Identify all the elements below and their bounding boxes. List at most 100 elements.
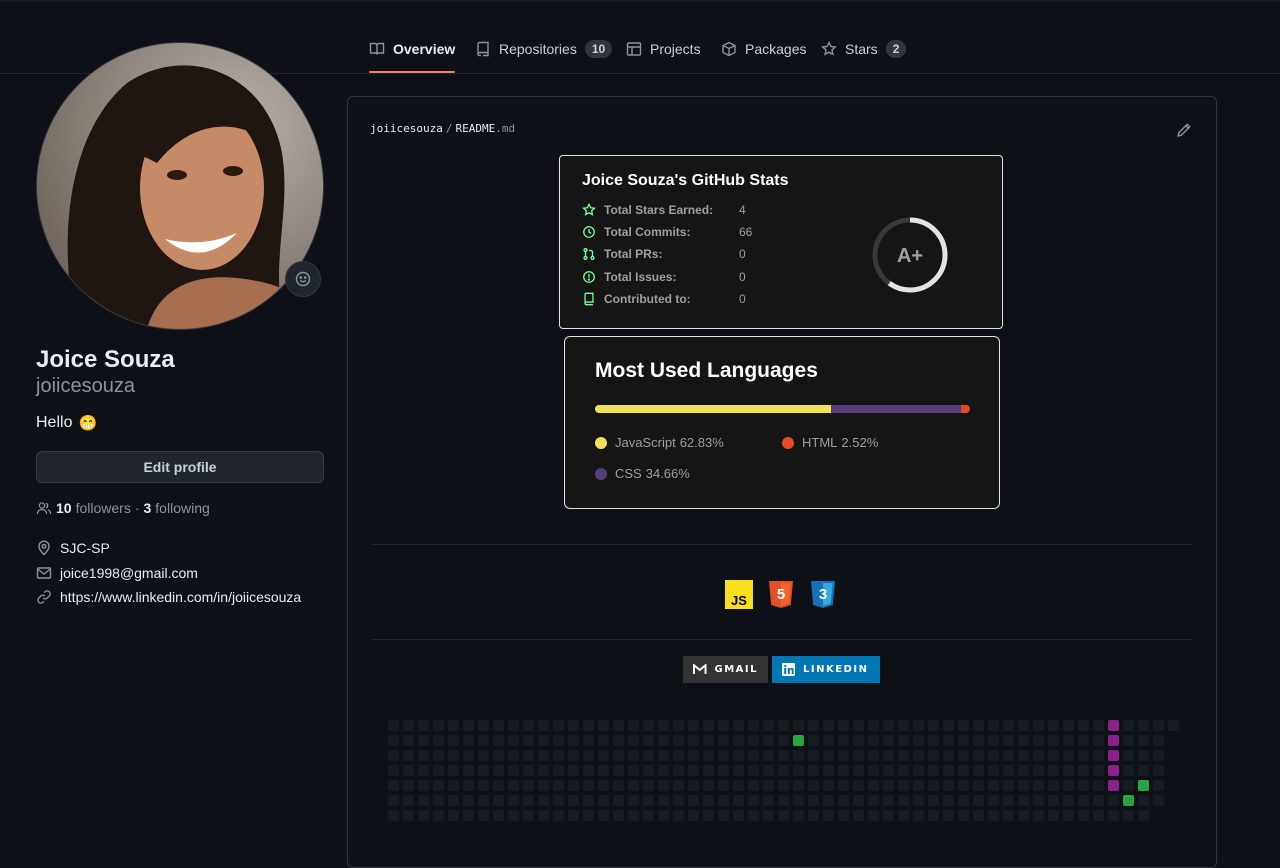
contribution-day[interactable] bbox=[1078, 750, 1089, 761]
contribution-day[interactable] bbox=[1048, 750, 1059, 761]
contribution-day[interactable] bbox=[418, 720, 429, 731]
contribution-day[interactable] bbox=[958, 810, 969, 821]
contribution-day[interactable] bbox=[1123, 795, 1134, 806]
contribution-day[interactable] bbox=[508, 750, 519, 761]
readme-owner-link[interactable]: joiicesouza bbox=[370, 122, 443, 135]
contribution-day[interactable] bbox=[1138, 795, 1149, 806]
contribution-day[interactable] bbox=[1153, 765, 1164, 776]
contribution-day[interactable] bbox=[523, 720, 534, 731]
contribution-day[interactable] bbox=[763, 735, 774, 746]
contribution-day[interactable] bbox=[508, 765, 519, 776]
contribution-day[interactable] bbox=[1093, 750, 1104, 761]
edit-profile-button[interactable]: Edit profile bbox=[36, 451, 324, 483]
contribution-day[interactable] bbox=[1153, 795, 1164, 806]
contribution-day[interactable] bbox=[1048, 810, 1059, 821]
contribution-day[interactable] bbox=[1033, 795, 1044, 806]
contribution-day[interactable] bbox=[1003, 795, 1014, 806]
contribution-day[interactable] bbox=[1048, 780, 1059, 791]
following-count[interactable]: 3 bbox=[144, 500, 152, 516]
contribution-day[interactable] bbox=[613, 765, 624, 776]
contribution-day[interactable] bbox=[508, 735, 519, 746]
contribution-day[interactable] bbox=[403, 720, 414, 731]
contribution-day[interactable] bbox=[463, 720, 474, 731]
contribution-day[interactable] bbox=[1093, 765, 1104, 776]
contribution-day[interactable] bbox=[973, 765, 984, 776]
contribution-day[interactable] bbox=[1033, 750, 1044, 761]
contribution-day[interactable] bbox=[1063, 780, 1074, 791]
contribution-day[interactable] bbox=[493, 750, 504, 761]
contribution-day[interactable] bbox=[388, 765, 399, 776]
contribution-day[interactable] bbox=[838, 720, 849, 731]
contribution-day[interactable] bbox=[1033, 735, 1044, 746]
contribution-day[interactable] bbox=[913, 735, 924, 746]
contribution-day[interactable] bbox=[418, 795, 429, 806]
contribution-day[interactable] bbox=[433, 765, 444, 776]
contribution-day[interactable] bbox=[928, 750, 939, 761]
contribution-day[interactable] bbox=[778, 810, 789, 821]
contribution-day[interactable] bbox=[1078, 795, 1089, 806]
contribution-day[interactable] bbox=[448, 765, 459, 776]
contribution-day[interactable] bbox=[718, 750, 729, 761]
contribution-day[interactable] bbox=[733, 750, 744, 761]
contribution-day[interactable] bbox=[973, 780, 984, 791]
tab-repositories[interactable]: Repositories 10 bbox=[475, 26, 613, 72]
contribution-day[interactable] bbox=[763, 780, 774, 791]
contribution-day[interactable] bbox=[613, 720, 624, 731]
contribution-day[interactable] bbox=[493, 780, 504, 791]
contribution-day[interactable] bbox=[838, 780, 849, 791]
contribution-day[interactable] bbox=[628, 750, 639, 761]
contribution-day[interactable] bbox=[388, 735, 399, 746]
contribution-day[interactable] bbox=[658, 750, 669, 761]
contribution-day[interactable] bbox=[868, 780, 879, 791]
contribution-day[interactable] bbox=[703, 735, 714, 746]
contribution-day[interactable] bbox=[1138, 765, 1149, 776]
contribution-day[interactable] bbox=[748, 765, 759, 776]
contribution-day[interactable] bbox=[1063, 765, 1074, 776]
contribution-day[interactable] bbox=[538, 750, 549, 761]
website-item[interactable]: https://www.linkedin.com/in/joiicesouza bbox=[36, 589, 301, 605]
edit-readme-button[interactable] bbox=[1176, 122, 1192, 143]
contribution-day[interactable] bbox=[643, 780, 654, 791]
contribution-day[interactable] bbox=[673, 810, 684, 821]
contribution-day[interactable] bbox=[1093, 735, 1104, 746]
contribution-day[interactable] bbox=[448, 780, 459, 791]
contribution-day[interactable] bbox=[493, 795, 504, 806]
contribution-day[interactable] bbox=[613, 795, 624, 806]
contribution-day[interactable] bbox=[1018, 735, 1029, 746]
contribution-day[interactable] bbox=[1123, 750, 1134, 761]
contribution-day[interactable] bbox=[463, 780, 474, 791]
contribution-day[interactable] bbox=[538, 720, 549, 731]
contribution-day[interactable] bbox=[463, 750, 474, 761]
contribution-day[interactable] bbox=[913, 810, 924, 821]
contribution-day[interactable] bbox=[823, 795, 834, 806]
contribution-day[interactable] bbox=[778, 765, 789, 776]
contribution-day[interactable] bbox=[538, 765, 549, 776]
contribution-day[interactable] bbox=[703, 750, 714, 761]
contribution-day[interactable] bbox=[718, 810, 729, 821]
followers-count[interactable]: 10 bbox=[56, 500, 72, 516]
contribution-day[interactable] bbox=[673, 735, 684, 746]
contribution-day[interactable] bbox=[598, 750, 609, 761]
following-link[interactable]: following bbox=[155, 500, 209, 516]
contribution-day[interactable] bbox=[1108, 780, 1119, 791]
contribution-day[interactable] bbox=[568, 735, 579, 746]
contribution-day[interactable] bbox=[853, 780, 864, 791]
contribution-day[interactable] bbox=[433, 750, 444, 761]
contribution-day[interactable] bbox=[988, 750, 999, 761]
contribution-day[interactable] bbox=[478, 735, 489, 746]
contribution-day[interactable] bbox=[688, 750, 699, 761]
contribution-day[interactable] bbox=[1138, 810, 1149, 821]
contribution-day[interactable] bbox=[778, 780, 789, 791]
contribution-day[interactable] bbox=[1048, 720, 1059, 731]
contribution-day[interactable] bbox=[868, 750, 879, 761]
contribution-day[interactable] bbox=[523, 810, 534, 821]
contribution-day[interactable] bbox=[883, 750, 894, 761]
contribution-day[interactable] bbox=[988, 810, 999, 821]
contribution-day[interactable] bbox=[583, 720, 594, 731]
contribution-day[interactable] bbox=[763, 720, 774, 731]
contribution-day[interactable] bbox=[538, 735, 549, 746]
contribution-day[interactable] bbox=[433, 795, 444, 806]
contribution-day[interactable] bbox=[883, 780, 894, 791]
contribution-day[interactable] bbox=[658, 720, 669, 731]
contribution-day[interactable] bbox=[733, 795, 744, 806]
